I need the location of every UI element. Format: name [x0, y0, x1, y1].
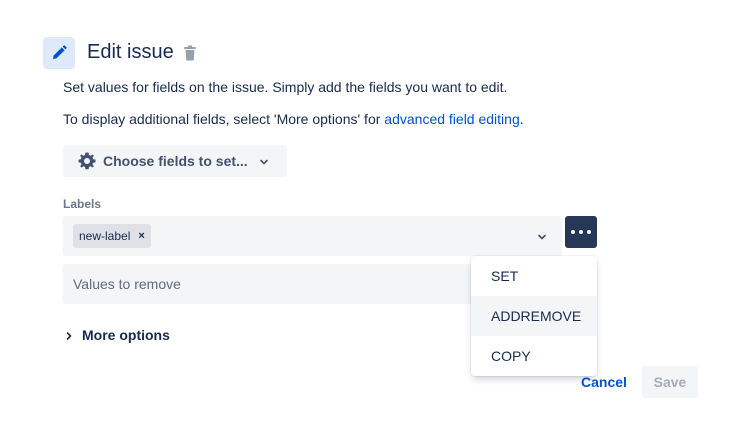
cancel-button[interactable]: Cancel — [575, 366, 633, 398]
labels-field-label: Labels — [63, 197, 102, 211]
menu-item-set[interactable]: SET — [471, 256, 597, 296]
more-dot — [587, 230, 591, 234]
page-title: Edit issue — [87, 41, 174, 63]
more-dot — [571, 230, 575, 234]
description-suffix: . — [519, 111, 524, 127]
label-tag-text: new-label — [79, 229, 131, 243]
chevron-down-icon[interactable] — [536, 230, 548, 242]
description-prefix: To display additional fields, select 'Mo… — [63, 111, 385, 127]
more-dot — [579, 230, 583, 234]
save-button[interactable]: Save — [642, 366, 698, 398]
choose-fields-button[interactable]: Choose fields to set... — [63, 145, 287, 177]
label-tag: new-label × — [73, 224, 151, 248]
choose-fields-label: Choose fields to set... — [103, 153, 248, 169]
more-icon[interactable] — [565, 216, 597, 248]
more-options-toggle[interactable]: More options — [63, 327, 170, 343]
description-advanced-text: To display additional fields, select 'Mo… — [63, 111, 524, 127]
chevron-right-icon — [63, 329, 75, 341]
menu-item-addremove[interactable]: ADDREMOVE — [471, 296, 597, 336]
trash-icon[interactable] — [183, 45, 197, 61]
pencil-icon — [43, 37, 75, 69]
chevron-down-icon — [258, 155, 270, 167]
description-text: Set values for fields on the issue. Simp… — [63, 79, 508, 95]
advanced-field-editing-link[interactable]: advanced field editing — [384, 111, 519, 127]
labels-select[interactable]: new-label × — [63, 216, 562, 256]
gear-icon — [77, 151, 97, 171]
more-options-label: More options — [82, 327, 170, 343]
operation-menu: SET ADDREMOVE COPY — [471, 256, 597, 376]
remove-tag-icon[interactable]: × — [138, 230, 144, 242]
